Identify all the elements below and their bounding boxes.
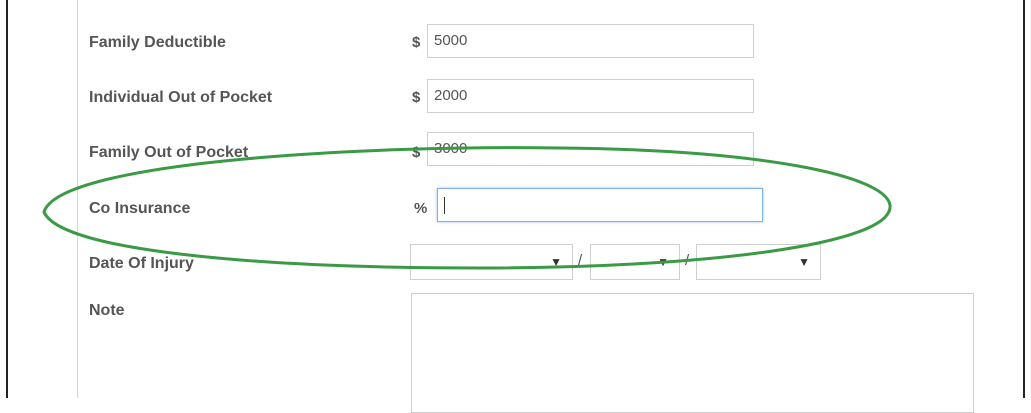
highlight-ellipse (42, 146, 892, 270)
highlight-ellipse-stroke (42, 146, 892, 270)
